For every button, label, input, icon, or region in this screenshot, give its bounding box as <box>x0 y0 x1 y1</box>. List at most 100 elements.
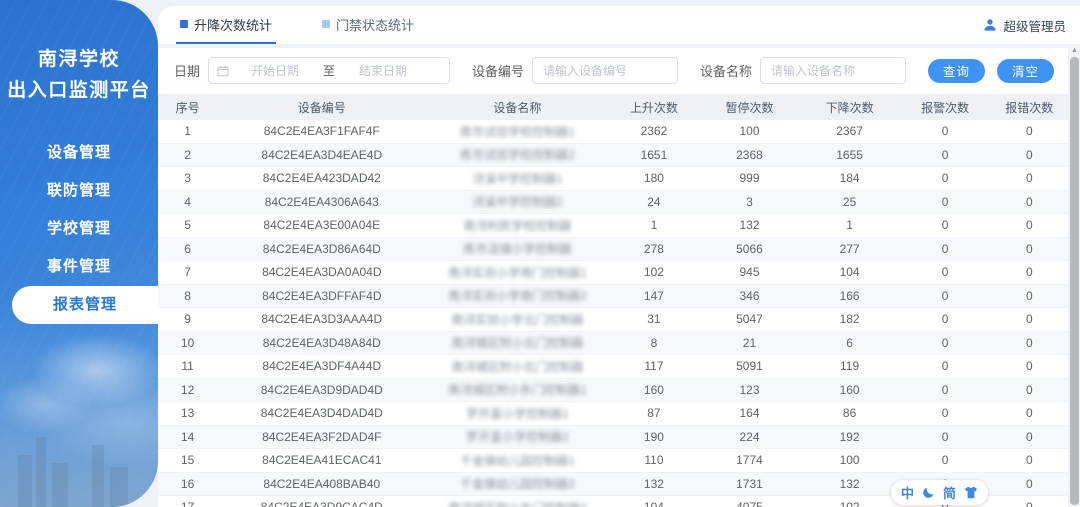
cell-pause: 5047 <box>736 312 763 327</box>
cell-device_id: 84C2E4EA3D3AAA4D <box>261 312 383 327</box>
table-row[interactable]: 13 84C2E4EA3D4DAD4D 罗开富小学控制器1 87 164 86 0 0 <box>158 402 1068 426</box>
cell-device_name: 南浔城区附小北门控制器 <box>451 336 584 351</box>
cell-down: 86 <box>842 406 857 421</box>
table-row[interactable]: 10 84C2E4EA3D48A84D 南浔城区附小北门控制器 8 21 6 0 0 <box>158 331 1068 355</box>
vertical-scrollbar[interactable]: ▲ <box>1069 44 1080 507</box>
cell-device_id: 84C2E4EA41ECAC41 <box>262 453 382 468</box>
cell-alarm: 0 <box>941 124 949 139</box>
cell-device_id: 84C2E4EA3F1FAF4F <box>263 124 380 139</box>
cell-down: 166 <box>839 288 860 303</box>
device-name-input[interactable] <box>760 57 907 84</box>
cell-up: 24 <box>647 194 661 209</box>
table-header-row: 序号 设备编号 设备名称 上升次数 暂停次数 下降次数 报警次数 报错次数 <box>158 94 1068 120</box>
cell-seq: 16 <box>180 476 195 491</box>
cell-error: 0 <box>1025 124 1033 139</box>
table-row[interactable]: 11 84C2E4EA3DF4A44D 南浔城区附小北门控制器 117 5091 119 0… <box>158 355 1068 379</box>
table-row[interactable]: 1 84C2E4EA3F1FAF4F 练市试验学校控制器1 2362 100 2367 0 0 <box>158 120 1068 144</box>
cell-device_name: 南浔实验小学南门控制器1 <box>448 265 587 280</box>
column-header-1: 序号 <box>175 100 200 115</box>
table-row[interactable]: 3 84C2E4EA423DAD42 浔溪中学控制器1 180 999 184 0 0 <box>158 167 1068 191</box>
cell-seq: 2 <box>184 147 191 162</box>
clear-button[interactable]: 清空 <box>996 58 1054 83</box>
date-end-input[interactable] <box>339 63 428 78</box>
cell-device_id: 84C2E4EA3D4EAE4D <box>261 147 383 162</box>
date-start-input[interactable] <box>231 63 320 78</box>
table-row[interactable]: 6 84C2E4EA3D86A64D 练市汲镇小学控制器 278 5066 277 0 0 <box>158 237 1068 261</box>
tab-2[interactable]: 门禁状态统计 <box>318 6 418 44</box>
cell-device_name: 千金镇幼儿园控制器1 <box>460 453 575 468</box>
cell-device_id: 84C2E4EA3D9CAC4D <box>217 500 426 507</box>
date-separator: 至 <box>323 64 336 78</box>
cell-error: 0 <box>1025 194 1033 209</box>
scrollbar-thumb[interactable] <box>1070 57 1079 505</box>
cell-seq: 5 <box>184 218 191 233</box>
cell-seq: 15 <box>180 453 195 468</box>
cell-up: 278 <box>643 241 664 256</box>
sidebar-item-1[interactable]: 设备管理 <box>0 134 158 172</box>
user-icon <box>984 19 997 31</box>
cell-seq: 13 <box>180 406 195 421</box>
device-id-input[interactable] <box>532 57 679 84</box>
sidebar: 南浔学校 出入口监测平台 设备管理 联防管理 学校管理 事件管理 报表管理 <box>0 0 158 507</box>
language-toggle[interactable]: 中 <box>901 483 914 502</box>
cell-pause: 5066 <box>736 241 763 256</box>
table-row[interactable]: 9 84C2E4EA3D3AAA4D 南浔实验小学北门控制器 31 5047 182 0 0 <box>158 308 1068 332</box>
date-range-input[interactable]: 至 <box>208 57 451 84</box>
cell-pause: 3 <box>746 194 753 209</box>
table-row[interactable]: 5 84C2E4EA3E00A04E 南浔利民学校控制器 1 132 1 0 0 <box>158 214 1068 238</box>
filter-buttons: 查询 清空 <box>927 58 1054 83</box>
column-header-2: 设备编号 <box>297 100 346 115</box>
table-row[interactable]: 7 84C2E4EA3DA0A04D 南浔实验小学南门控制器1 102 945 104 0 0 <box>158 261 1068 285</box>
cell-pause: 21 <box>742 335 757 350</box>
cell-error: 0 <box>1025 359 1033 374</box>
cell-up: 31 <box>647 312 661 327</box>
cell-down: 277 <box>839 241 860 256</box>
cell-seq: 6 <box>184 241 191 256</box>
cell-up: 160 <box>643 382 664 397</box>
sidebar-item-3[interactable]: 学校管理 <box>0 210 158 248</box>
cell-alarm: 0 <box>941 265 949 280</box>
simplified-chinese-toggle[interactable]: 简 <box>943 483 956 502</box>
table-row[interactable]: 2 84C2E4EA3D4EAE4D 练市试验学校控制器2 1651 2368 1655 0… <box>158 143 1068 167</box>
table-row[interactable]: 4 84C2E4EA4306A643 浔溪中学控制器2 24 3 25 0 0 <box>158 190 1068 214</box>
cell-seq: 7 <box>184 265 191 280</box>
cell-seq: 12 <box>180 382 195 397</box>
shirt-icon[interactable] <box>964 486 978 499</box>
sidebar-item-4[interactable]: 事件管理 <box>0 248 158 286</box>
cell-down: 102 <box>800 500 900 507</box>
cell-error: 0 <box>991 500 1068 507</box>
table-row[interactable]: 15 84C2E4EA41ECAC41 千金镇幼儿园控制器1 110 1774 100 0 0 <box>158 449 1068 473</box>
scroll-up-arrow[interactable]: ▲ <box>1069 44 1080 56</box>
user-info[interactable]: 超级管理员 <box>983 16 1066 35</box>
cell-pause: 4075 <box>699 500 799 507</box>
table-row[interactable]: 14 84C2E4EA3F2DAD4F 罗开富小学控制器2 190 224 192 0 0 <box>158 425 1068 449</box>
cell-device_name: 千金镇幼儿园控制器2 <box>460 477 575 492</box>
cell-up: 1651 <box>640 147 668 162</box>
sidebar-item-5[interactable]: 报表管理 <box>12 286 158 324</box>
cell-up: 147 <box>643 288 664 303</box>
cell-up: 8 <box>650 335 658 350</box>
cell-alarm: 0 <box>941 288 949 303</box>
cell-device_name: 练市试验学校控制器1 <box>460 124 575 139</box>
cell-device_name: 练市汲镇小学控制器 <box>463 242 572 257</box>
cell-up: 102 <box>643 265 664 280</box>
cell-error: 0 <box>1025 429 1033 444</box>
table-row[interactable]: 12 84C2E4EA3D9DAD4D 南浔城区附小东门控制器1 160 123 160 0… <box>158 378 1068 402</box>
cell-down: 132 <box>839 476 860 491</box>
cell-device_id: 84C2E4EA3DFFAF4D <box>262 288 382 303</box>
cell-up: 180 <box>643 171 664 186</box>
table-body: 1 84C2E4EA3F1FAF4F 练市试验学校控制器1 2362 100 2367 0 0… <box>158 120 1068 507</box>
cell-device_name: 练市试验学校控制器2 <box>460 148 575 163</box>
cell-device_name: 南浔利民学校控制器 <box>463 218 572 233</box>
cell-pause: 1774 <box>736 453 763 468</box>
cell-up: 132 <box>643 476 664 491</box>
app-title-line2: 出入口监测平台 <box>7 80 151 101</box>
cell-alarm: 0 <box>941 406 949 421</box>
cell-pause: 123 <box>739 382 760 397</box>
sidebar-item-2[interactable]: 联防管理 <box>0 172 158 210</box>
tab-1[interactable]: 升降次数统计 <box>176 6 277 44</box>
table-row[interactable]: 8 84C2E4EA3DFFAF4D 南浔实验小学南门控制器2 147 346 166 0 0 <box>158 284 1068 308</box>
dark-mode-moon-icon[interactable] <box>922 486 935 499</box>
search-button[interactable]: 查询 <box>927 58 985 83</box>
cell-alarm: 0 <box>941 194 949 209</box>
